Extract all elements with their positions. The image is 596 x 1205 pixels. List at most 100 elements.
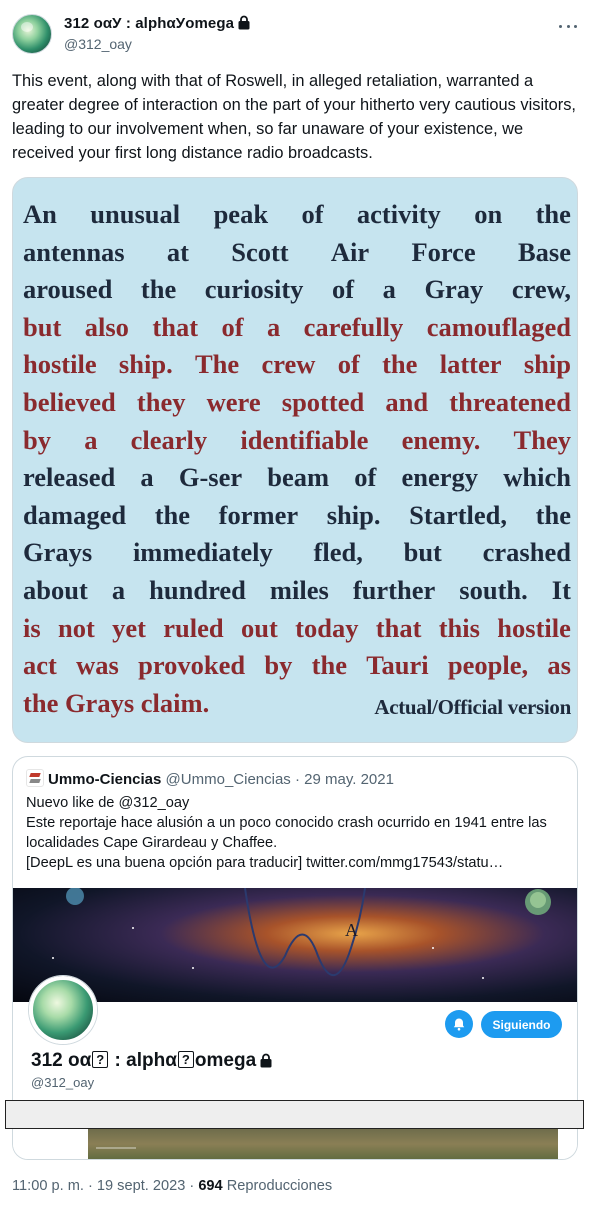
scan-line: but also that of a carefully camouflaged	[23, 309, 571, 347]
quoted-line-1: Nuevo like de @312_oay	[26, 795, 190, 811]
scan-word: activity	[356, 199, 441, 229]
more-options-icon[interactable]	[556, 18, 580, 34]
scan-word: aroused	[23, 274, 113, 305]
scan-word: latter	[439, 349, 502, 380]
scan-word: ship.	[326, 499, 381, 530]
scan-word: hundred	[149, 574, 246, 605]
following-button[interactable]: Siguiendo	[481, 1011, 562, 1038]
scan-word: people,	[447, 650, 529, 681]
scan-word: they	[136, 386, 186, 417]
scan-word: not	[58, 612, 95, 643]
tweet-image[interactable]: An unusual peak of activity on the antennas at Sc…	[12, 177, 578, 743]
quoted-tweet-date[interactable]: 29 may. 2021	[304, 771, 394, 788]
scan-word: spotted	[281, 386, 365, 417]
scan-word: former	[218, 499, 299, 530]
quoted-author-avatar[interactable]	[26, 769, 44, 787]
scan-word: Scott	[231, 236, 289, 267]
author-display-name[interactable]: 312 οαУ : alphαУomega	[64, 15, 251, 34]
quoted-line-3[interactable]: [DeepL es una buena opción para traducir…	[26, 853, 566, 873]
tweet-header: 312 οαУ : alphαУomega @312_oay	[0, 0, 596, 64]
scan-word: enemy.	[401, 424, 481, 455]
profile-banner-image: A	[13, 888, 577, 1002]
view-count: 694	[198, 1178, 223, 1194]
quoted-tweet-header: Ummo-Ciencias @Ummo_Ciencias · 29 may. 2…	[26, 769, 394, 788]
notification-bell-button[interactable]	[445, 1010, 473, 1038]
scan-word: crew	[261, 349, 316, 380]
scan-word: Startled,	[409, 499, 508, 530]
scan-word: that	[375, 612, 422, 643]
scan-word: provoked	[138, 650, 246, 681]
embedded-image-strip	[88, 1127, 558, 1159]
lock-icon	[237, 15, 251, 34]
scan-word: of	[337, 349, 360, 380]
profile-name-part: 312 οα	[31, 1050, 92, 1071]
scan-line: An unusual peak of activity on the	[23, 196, 571, 234]
scan-word: beam	[267, 462, 330, 493]
scan-word: of	[354, 462, 377, 493]
author-avatar[interactable]	[12, 14, 52, 54]
scan-word: damaged	[23, 499, 127, 530]
scan-line: believed they were spotted and threatened	[23, 384, 571, 422]
scan-line: by a clearly identifiable enemy. They	[23, 422, 571, 460]
quoted-author-handle[interactable]: @Ummo_Ciencias	[166, 771, 291, 788]
scan-word: this	[438, 612, 480, 643]
scan-word: were	[206, 386, 261, 417]
scan-line: act was provoked by the Tauri people, as	[23, 647, 571, 685]
lock-icon	[259, 1052, 273, 1074]
scan-word: carefully	[303, 311, 404, 342]
scan-word: is	[23, 612, 41, 643]
author-name-text[interactable]: 312 οαУ : alphαУomega	[64, 15, 234, 32]
scan-word: which	[503, 462, 571, 493]
profile-avatar[interactable]	[29, 976, 97, 1044]
author-handle[interactable]: @312_oay	[64, 36, 132, 52]
scan-word: Force	[411, 236, 476, 267]
scan-word: but	[23, 311, 62, 342]
scan-word: curiosity	[204, 274, 304, 305]
scan-word: as	[547, 650, 571, 681]
scan-word: but	[403, 537, 442, 568]
scan-line: Grays immediately fled, but crashed	[23, 534, 571, 572]
scan-last-line-text: the Grays claim.	[23, 687, 210, 718]
scan-word: further	[352, 574, 436, 605]
scan-word: antennas	[23, 236, 125, 267]
scan-word: out	[240, 612, 278, 643]
scan-word: of	[331, 274, 355, 305]
scan-word: peak	[213, 199, 269, 229]
scan-word: clearly	[130, 424, 208, 455]
scan-word: released	[23, 462, 116, 493]
tweet-metadata: 11:00 p. m. · 19 sept. 2023 · 694 Reprod…	[12, 1178, 332, 1194]
scan-line: released a G-ser beam of energy which	[23, 459, 571, 497]
scan-line: hostile ship. The crew of the latter ship	[23, 346, 571, 384]
scan-word: ruled	[163, 612, 224, 643]
scan-word: The	[195, 349, 240, 380]
bell-icon	[453, 1018, 465, 1031]
scan-word: and	[385, 386, 429, 417]
quoted-author-name[interactable]: Ummo-Ciencias	[48, 771, 161, 788]
scan-word: the	[382, 349, 418, 380]
scan-word: the	[535, 499, 571, 530]
scan-word: It	[551, 574, 571, 605]
scan-word: Grays	[23, 537, 93, 568]
scan-word: energy	[401, 462, 479, 493]
scan-line: damaged the former ship. Startled, the	[23, 497, 571, 535]
scan-credit: Actual/Official version	[374, 694, 571, 719]
separator-dot: ·	[290, 771, 305, 788]
overlay-bar	[5, 1100, 584, 1129]
scan-word: crew,	[511, 274, 571, 305]
scan-line: antennas at Scott Air Force Base	[23, 234, 571, 272]
missing-glyph-box: ?	[92, 1051, 109, 1068]
scan-word: identifiable	[240, 424, 369, 455]
scan-line: aroused the curiosity of a Gray crew,	[23, 271, 571, 309]
scan-word: a	[266, 311, 281, 342]
scan-word: believed	[23, 386, 116, 417]
scan-word: of	[301, 199, 324, 229]
banner-letter: A	[345, 920, 358, 940]
scan-word: today	[295, 612, 359, 643]
scan-word: at	[166, 236, 189, 267]
scan-word: Gray	[424, 274, 484, 305]
scan-word: Base	[517, 236, 571, 267]
timestamp[interactable]: 11:00 p. m. · 19 sept. 2023 ·	[12, 1178, 198, 1194]
scan-word: Air	[330, 236, 370, 267]
scan-word: hostile	[23, 349, 97, 380]
quoted-tweet-text: Nuevo like de @312_oay Este reportaje ha…	[26, 793, 566, 873]
